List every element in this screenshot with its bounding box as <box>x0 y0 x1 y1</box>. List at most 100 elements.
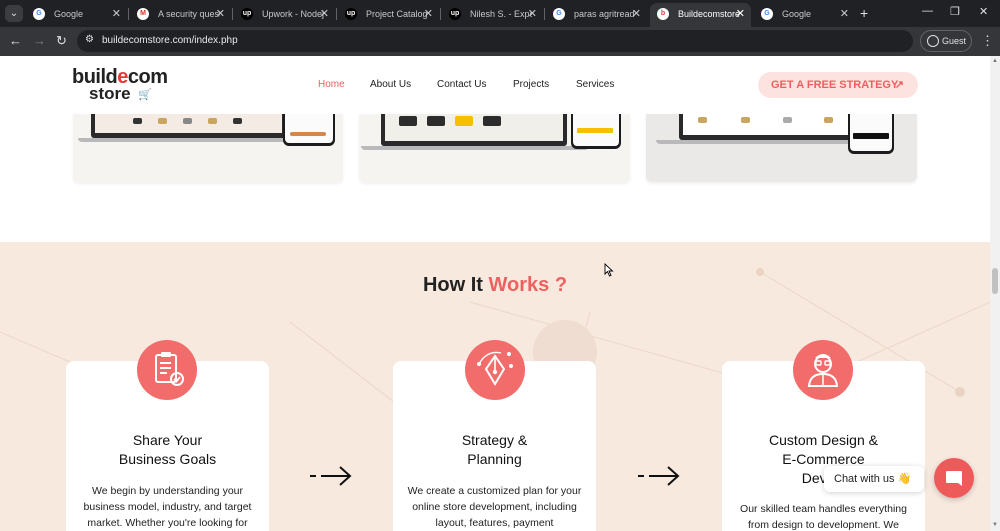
browser-tab-strip: ⌄ G Google ✕ M A security question ✕ up … <box>0 0 1000 27</box>
close-icon[interactable]: ✕ <box>840 3 849 25</box>
back-icon[interactable]: ← <box>9 33 22 48</box>
developer-avatar-icon <box>793 340 853 400</box>
nav-contact-us[interactable]: Contact Us <box>437 79 486 90</box>
close-icon[interactable]: ✕ <box>632 3 641 25</box>
close-icon[interactable]: ✕ <box>112 3 121 25</box>
tab-search-button[interactable]: ⌄ <box>5 5 23 22</box>
more-menu-icon[interactable]: ⋮ <box>981 33 994 49</box>
tab-google-1[interactable]: G Google ✕ <box>26 3 127 25</box>
tab-title: A security question <box>158 9 220 19</box>
google-icon: G <box>761 8 773 20</box>
browser-toolbar: ← → ↻ ⚙ buildecomstore.com/index.php Gue… <box>0 27 1000 56</box>
close-window-icon[interactable]: ✕ <box>979 5 988 18</box>
product-thumb <box>183 118 192 124</box>
nav-projects[interactable]: Projects <box>513 79 549 90</box>
arrow-up-right-icon: ↗ <box>894 79 904 91</box>
scroll-up-icon[interactable]: ▲ <box>992 58 998 64</box>
mockup-button <box>853 133 889 139</box>
profile-button[interactable]: Guest <box>920 30 972 52</box>
tab-paras-agritread[interactable]: G paras agritread ✕ <box>546 3 647 25</box>
site-info-icon[interactable]: ⚙ <box>85 34 94 45</box>
step-description: We begin by understanding your business … <box>83 485 252 529</box>
chat-icon <box>946 471 962 486</box>
upwork-icon: up <box>241 8 253 20</box>
upwork-icon: up <box>345 8 357 20</box>
product-thumb <box>698 117 707 123</box>
close-icon[interactable]: ✕ <box>736 3 745 25</box>
reload-icon[interactable]: ↻ <box>56 33 67 49</box>
tab-title: Nilesh S. - Expert <box>470 9 532 19</box>
logo-text-line2: store <box>89 84 131 103</box>
portfolio-card-1[interactable] <box>73 114 343 182</box>
tab-separator <box>544 8 545 20</box>
gmail-icon: M <box>137 8 149 20</box>
nav-services[interactable]: Services <box>576 79 614 90</box>
profile-label: Guest <box>942 36 967 46</box>
product-thumb <box>133 118 142 124</box>
tab-upwork-nodejs[interactable]: up Upwork - Nodejs ✕ <box>234 3 335 25</box>
product-thumb <box>233 118 242 124</box>
step-description: Our skilled team handles everything from… <box>740 503 907 531</box>
tab-title: Google <box>782 9 812 19</box>
mockup-button <box>290 132 326 136</box>
phone-mockup <box>283 114 335 146</box>
site-logo[interactable]: buildecom store 🛒 <box>72 66 168 106</box>
tab-title: paras agritread <box>574 9 635 19</box>
nav-home[interactable]: Home <box>318 79 345 90</box>
forward-icon[interactable]: → <box>33 33 46 48</box>
page-scrollbar[interactable]: ▲ ▼ <box>990 56 1000 531</box>
product-thumb <box>483 116 501 126</box>
address-bar[interactable]: ⚙ buildecomstore.com/index.php <box>77 30 913 52</box>
scroll-down-icon[interactable]: ▼ <box>992 522 998 528</box>
tab-title: Google <box>54 9 84 19</box>
tab-title: Upwork - Nodejs <box>262 9 324 19</box>
product-thumb <box>399 116 417 126</box>
close-icon[interactable]: ✕ <box>216 3 225 25</box>
tab-separator <box>128 8 129 20</box>
arrow-right-icon <box>310 466 352 486</box>
tab-nilesh[interactable]: up Nilesh S. - Expert ✕ <box>442 3 543 25</box>
laptop-base <box>78 138 300 142</box>
step-title: Share Your Business Goals <box>118 432 217 467</box>
section-title: How It Works ? <box>422 274 568 296</box>
nav-about-us[interactable]: About Us <box>370 79 411 90</box>
laptop-base <box>361 146 589 150</box>
minimize-icon[interactable]: — <box>922 5 933 17</box>
tab-google-2[interactable]: G Google ✕ <box>754 3 855 25</box>
portfolio-card-2[interactable] <box>359 114 630 182</box>
tab-separator <box>232 8 233 20</box>
chat-prompt-bubble[interactable]: Chat with us 👋 <box>824 466 924 492</box>
chat-launcher-button[interactable] <box>934 458 974 498</box>
step-title: Strategy & Planning <box>461 432 528 467</box>
tab-security-question[interactable]: M A security question ✕ <box>130 3 231 25</box>
tab-project-catalog[interactable]: up Project Catalog ✕ <box>338 3 439 25</box>
tab-separator <box>336 8 337 20</box>
google-icon: G <box>553 8 565 20</box>
cart-icon: 🛒 <box>138 89 152 101</box>
pen-tool-icon <box>465 340 525 400</box>
tab-title: Project Catalog <box>366 9 428 19</box>
site-header: buildecom store 🛒 Home About Us Contact … <box>0 56 990 114</box>
person-icon <box>927 35 939 47</box>
mockup-button <box>577 128 613 133</box>
product-thumb <box>455 116 473 126</box>
google-icon: G <box>33 8 45 20</box>
waving-hand-icon: 👋 <box>897 473 912 485</box>
close-icon[interactable]: ✕ <box>528 3 537 25</box>
restore-icon[interactable]: ❐ <box>950 5 960 18</box>
portfolio-card-3[interactable] <box>646 114 917 182</box>
clipboard-checklist-icon <box>137 340 197 400</box>
tab-buildecomstore[interactable]: b Buildecomstore ✕ <box>650 3 751 27</box>
free-strategy-button[interactable]: GET A FREE STRATEGY ↗ <box>758 72 918 98</box>
scroll-thumb[interactable] <box>992 268 998 294</box>
buildecom-icon: b <box>657 8 669 20</box>
tab-separator <box>440 8 441 20</box>
close-icon[interactable]: ✕ <box>320 3 329 25</box>
upwork-icon: up <box>449 8 461 20</box>
product-thumb <box>783 117 792 123</box>
cta-label: GET A FREE STRATEGY <box>771 79 899 91</box>
arrow-right-icon <box>638 466 680 486</box>
product-thumb <box>824 117 833 123</box>
close-icon[interactable]: ✕ <box>424 3 433 25</box>
new-tab-button[interactable]: + <box>860 5 868 21</box>
